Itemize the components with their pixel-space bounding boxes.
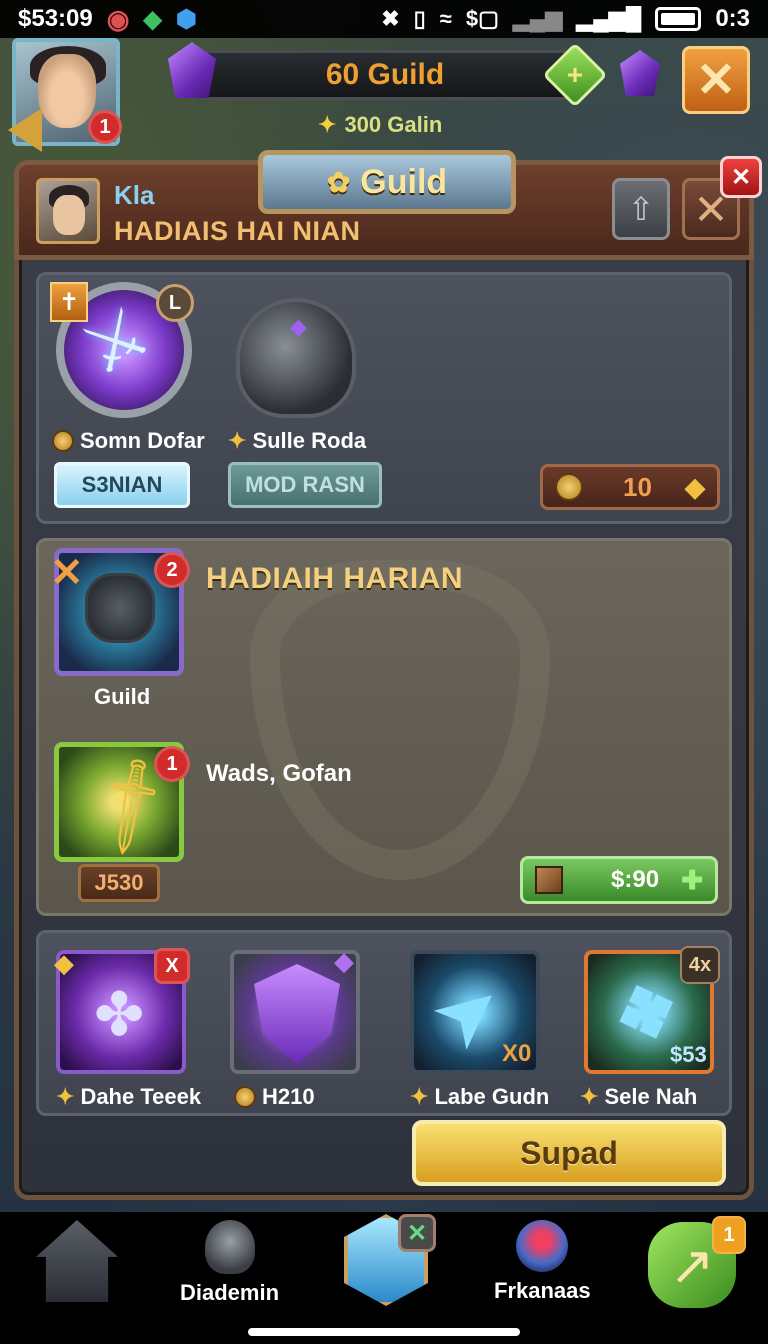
gem-green-icon: ◆	[143, 5, 162, 33]
level-badge: L	[156, 284, 194, 322]
shield-icon	[254, 964, 340, 1064]
avatar-face	[38, 54, 96, 128]
equip2-label: H210	[234, 1084, 315, 1110]
coin-icon	[555, 473, 583, 501]
plus-icon: ✚	[681, 864, 703, 895]
supad-button[interactable]: Supad	[412, 1120, 726, 1186]
star-icon: ✦	[56, 1084, 75, 1109]
tower-icon	[204, 1220, 255, 1274]
close-panel-button[interactable]: ✕	[720, 156, 762, 198]
equip2-label-text: H210	[262, 1084, 315, 1109]
helmet-gem-icon: ◆	[290, 314, 307, 339]
equip3-label-text: Labe Gudn	[434, 1084, 550, 1109]
item2-label-text: Sulle Roda	[252, 428, 367, 453]
gem-blue-icon: ⬢	[175, 5, 197, 33]
item2-button[interactable]: MOD RASN	[228, 462, 382, 508]
status-right-text: 0:3	[715, 5, 750, 32]
signal-2-icon: ▂▄▆█	[576, 6, 642, 31]
crossed-icon: ✕	[50, 551, 84, 595]
wifi-icon: ≈	[439, 6, 452, 31]
equip4-overlay: $53	[670, 1042, 707, 1067]
price-value: 10	[623, 471, 652, 502]
status-bar: $53:09 ◉ ◆ ⬢ ✖ ▯ ≈ $▢ ▂▄▆ ▂▄▆█ 0:3	[0, 0, 768, 38]
star-icon: ✦	[580, 1084, 599, 1109]
status-time: $53:09	[18, 5, 93, 32]
item2-label: ✦ Sulle Roda	[228, 428, 366, 454]
nav-home[interactable]	[36, 1220, 118, 1302]
home-indicator[interactable]	[248, 1328, 520, 1336]
buy-button[interactable]: $:90 ✚	[520, 856, 718, 904]
plus-icon: +	[566, 59, 584, 90]
buy-price: $:90	[611, 866, 660, 893]
battery-icon	[655, 7, 702, 31]
equip4-label-text: Sele Nah	[604, 1084, 698, 1109]
data-icon: $▢	[465, 6, 499, 31]
item1-button[interactable]: S3NIAN	[54, 462, 190, 508]
close-icon: ✕	[695, 54, 737, 107]
bomb-icon	[85, 573, 155, 643]
item1-label: Somn Dofar	[52, 428, 205, 454]
clover-icon: ✿	[326, 166, 351, 198]
diamond-icon: ◆	[685, 471, 705, 502]
coin-icon	[234, 1086, 256, 1108]
back-arrow-icon[interactable]	[8, 108, 42, 152]
galin-text: 300 Galin	[344, 112, 443, 137]
daily-reward-title: HADIAIH HARIAN	[206, 562, 463, 595]
guild-currency-bar: 60 Guild	[196, 50, 574, 100]
card1-badge: 2	[154, 552, 190, 588]
signal-icon: ▂▄▆	[512, 6, 563, 31]
nav-diademin[interactable]: Diademin	[180, 1220, 279, 1306]
price-pill[interactable]: 10 ◆	[540, 464, 720, 510]
house-icon	[36, 1220, 118, 1302]
player-subtitle: HADIAIS HAI NIAN	[114, 216, 361, 246]
equip4-corner: 4x	[680, 946, 720, 984]
upgrade-button[interactable]: ⇧	[612, 178, 670, 240]
equip1-label-text: Dahe Teeek	[80, 1084, 202, 1109]
guild-title-plate: ✿ Guild	[258, 150, 516, 214]
equip4-label: ✦ Sele Nah	[580, 1084, 697, 1110]
orb-icon	[516, 1220, 569, 1272]
nav-frkanaas[interactable]: Frkanaas	[494, 1220, 591, 1304]
equip1-corner: X	[154, 948, 190, 984]
item1-label-text: Somn Dofar	[80, 428, 205, 453]
card1-label: Guild	[94, 684, 151, 709]
galin-counter: ✦ 300 Galin	[318, 112, 442, 138]
cross-badge-icon: ✝	[50, 282, 88, 322]
location-icon: ◉	[106, 3, 130, 34]
gem-corner-icon: ◆	[54, 948, 74, 978]
sparkle-icon: ✦	[318, 112, 337, 137]
guild-currency-text: 60 Guild	[325, 58, 445, 91]
nav-diademin-label: Diademin	[180, 1280, 280, 1305]
nav-upgrade-badge: 1	[712, 1216, 746, 1254]
nav-center-close-icon: ✕	[398, 1214, 436, 1252]
avatar-notification-badge: 1	[88, 110, 122, 144]
panel-title: Guild	[360, 162, 448, 201]
equip3-overlay: X0	[502, 1040, 532, 1067]
star-icon: ✦	[410, 1084, 429, 1109]
card2-badge: 1	[154, 746, 190, 782]
crate-icon	[535, 866, 563, 894]
staff-icon: ✤	[94, 981, 145, 1048]
battery-small-icon: ▯	[413, 6, 426, 31]
card2-tag: J530	[78, 864, 160, 902]
nav-frkanaas-label: Frkanaas	[494, 1278, 591, 1303]
header-avatar	[36, 178, 100, 244]
close-top-button[interactable]: ✕	[682, 46, 750, 114]
coin-icon	[52, 430, 74, 452]
daily-reward-subtitle: Wads, Gofan	[206, 760, 352, 787]
gem-corner-icon: ◆	[334, 946, 354, 976]
arrow-up-icon: ⇧	[627, 191, 655, 227]
player-name: Kla	[114, 180, 155, 210]
close-icon: ✕	[730, 163, 752, 191]
equip1-label: ✦ Dahe Teeek	[56, 1084, 201, 1110]
equip3-label: ✦ Labe Gudn	[410, 1084, 549, 1110]
star-icon: ✦	[228, 428, 247, 453]
mute-icon: ✖	[381, 6, 400, 31]
